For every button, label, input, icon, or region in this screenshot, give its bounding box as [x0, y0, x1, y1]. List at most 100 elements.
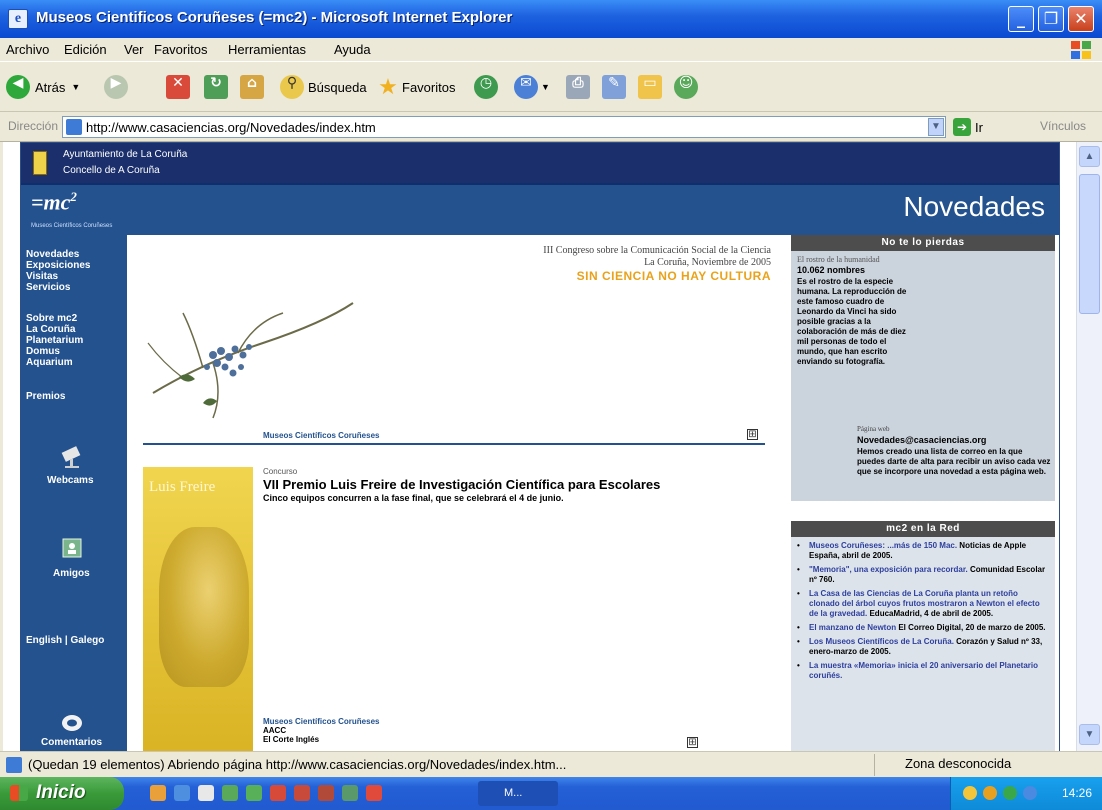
list-item: Los Museos Científicos de La Coruña. Cor… — [797, 637, 1049, 657]
quicklaunch-icon[interactable] — [342, 785, 358, 801]
city-header: Ayuntamiento de La Coruña Concello de A … — [21, 143, 1059, 183]
press-link[interactable]: La muestra «Memoria» inicia el 20 aniver… — [809, 661, 1038, 680]
left-navigation: Novedades Exposiciones Visitas Servicios… — [21, 235, 127, 751]
sponsor-2: AACC — [263, 726, 287, 735]
scroll-down-icon[interactable]: ▼ — [1079, 724, 1100, 745]
scroll-up-icon[interactable]: ▲ — [1079, 146, 1100, 167]
minimize-button[interactable]: _ — [1008, 6, 1034, 32]
press-link[interactable]: Los Museos Científicos de La Coruña. — [809, 637, 954, 646]
nav-la-coruna[interactable]: La Coruña — [26, 324, 75, 335]
star-icon: ★ — [378, 75, 398, 100]
press-link[interactable]: El manzano de Newton — [809, 623, 896, 632]
coat-of-arms-icon — [33, 151, 47, 175]
loading-page-icon — [6, 757, 22, 773]
menu-ayuda[interactable]: Ayuda — [334, 42, 371, 57]
favorites-button[interactable]: ★ Favoritos — [376, 74, 455, 100]
list-item: La muestra «Memoria» inicia el 20 aniver… — [797, 661, 1049, 681]
expand-icon[interactable]: ⊞ — [687, 737, 698, 748]
scroll-thumb[interactable] — [1079, 174, 1100, 314]
folder-button[interactable]: ▭ — [638, 74, 662, 100]
quicklaunch-icon[interactable] — [222, 785, 238, 801]
menu-edicion[interactable]: Edición — [64, 42, 107, 57]
nav-planetarium[interactable]: Planetarium — [26, 335, 83, 346]
tray-icon[interactable] — [983, 786, 997, 800]
back-arrow-icon: ◀ — [6, 75, 30, 99]
webcam-icon[interactable] — [59, 445, 85, 469]
nav-servicios[interactable]: Servicios — [26, 282, 70, 293]
press-link[interactable]: Museos Coruñeses: ...más de 150 Mac. — [809, 541, 957, 550]
nav-visitas[interactable]: Visitas — [26, 271, 58, 282]
nav-exposiciones[interactable]: Exposiciones — [26, 260, 90, 271]
friends-icon[interactable] — [59, 537, 85, 561]
congress-banner[interactable]: III Congreso sobre la Comunicación Socia… — [543, 245, 771, 283]
language-links[interactable]: English | Galego — [26, 635, 104, 646]
quicklaunch-icon[interactable] — [318, 785, 334, 801]
start-label: Inicio — [36, 782, 86, 803]
nav-domus[interactable]: Domus — [26, 346, 60, 357]
chevron-down-icon: ▼ — [71, 82, 81, 92]
mail-button[interactable]: ✉ ▼ — [514, 74, 550, 100]
folder-icon: ▭ — [638, 75, 662, 99]
edit-button[interactable]: ✎ — [602, 74, 626, 100]
address-dropdown[interactable]: ▼ — [928, 118, 944, 136]
quicklaunch-icon[interactable] — [246, 785, 262, 801]
title-bar[interactable]: e Museos Cientificos Coruñeses (=mc2) - … — [0, 0, 1102, 38]
print-button[interactable]: ⎙ — [566, 74, 590, 100]
nav-premios[interactable]: Premios — [26, 391, 65, 402]
quicklaunch-icon[interactable] — [294, 785, 310, 801]
press-source: EducaMadrid, 4 de abril de 2005. — [867, 609, 994, 618]
luis-freire-poster[interactable]: Luis Freire — [143, 467, 253, 751]
quicklaunch-icon[interactable] — [270, 785, 286, 801]
quicklaunch-icon[interactable] — [366, 785, 382, 801]
go-button[interactable]: ➔ Ir — [953, 118, 983, 136]
org-line-1[interactable]: Ayuntamiento de La Coruña — [63, 149, 187, 160]
nav-sobre-mc2[interactable]: Sobre mc2 — [26, 313, 77, 324]
nav-novedades[interactable]: Novedades — [26, 249, 79, 260]
highlight-number[interactable]: 10.062 nombres — [797, 265, 865, 275]
stop-button[interactable]: ✕ — [166, 74, 190, 100]
menu-ver[interactable]: Ver — [124, 42, 144, 57]
quicklaunch-icon[interactable] — [150, 785, 166, 801]
poster-title: Luis Freire — [149, 479, 216, 495]
search-button[interactable]: ⚲ Búsqueda — [280, 74, 367, 100]
search-label: Búsqueda — [308, 79, 367, 95]
forward-button[interactable]: ▶ — [104, 74, 128, 100]
menu-favoritos[interactable]: Favoritos — [154, 42, 207, 57]
status-text: (Quedan 19 elementos) Abriendo página ht… — [28, 757, 567, 772]
nav-webcams[interactable]: Webcams — [47, 475, 94, 486]
web-email-link[interactable]: Novedades@casaciencias.org — [857, 435, 986, 445]
address-input[interactable]: http://www.casaciencias.org/Novedades/in… — [62, 116, 946, 138]
org-line-2[interactable]: Concello de A Coruña — [63, 165, 160, 176]
expand-icon[interactable]: ⊞ — [747, 429, 758, 440]
press-link[interactable]: "Memoria", una exposición para recordar. — [809, 565, 968, 574]
mc2-logo[interactable]: =mc2 — [31, 189, 77, 215]
press-list: Museos Coruñeses: ...más de 150 Mac. Not… — [791, 537, 1055, 681]
vertical-scrollbar[interactable]: ▲ ▼ — [1076, 142, 1102, 751]
nav-comentarios[interactable]: Comentarios — [41, 737, 102, 748]
refresh-button[interactable]: ↻ — [204, 74, 228, 100]
status-bar: (Quedan 19 elementos) Abriendo página ht… — [0, 751, 1102, 777]
menu-herramientas[interactable]: Herramientas — [228, 42, 306, 57]
quicklaunch-icon[interactable] — [198, 785, 214, 801]
nav-amigos[interactable]: Amigos — [53, 568, 90, 579]
start-button[interactable]: Inicio — [0, 777, 124, 810]
links-button[interactable]: Vínculos — [1040, 119, 1086, 133]
tray-icon[interactable] — [963, 786, 977, 800]
quicklaunch-icon[interactable] — [174, 785, 190, 801]
taskbar-window-button[interactable]: M... — [478, 781, 558, 806]
maximize-button[interactable]: ❐ — [1038, 6, 1064, 32]
tray-icon[interactable] — [1023, 786, 1037, 800]
history-button[interactable]: ◷ — [474, 74, 498, 100]
tray-icon[interactable] — [1003, 786, 1017, 800]
messenger-button[interactable]: ☺ — [674, 74, 698, 100]
home-button[interactable]: ⌂ — [240, 74, 264, 100]
close-button[interactable]: ✕ — [1068, 6, 1094, 32]
page-icon — [66, 119, 82, 135]
back-button[interactable]: ◀ Atrás ▼ — [6, 74, 80, 100]
clock[interactable]: 14:26 — [1062, 786, 1092, 800]
menu-archivo[interactable]: Archivo — [6, 42, 49, 57]
ie-window: e Museos Cientificos Coruñeses (=mc2) - … — [0, 0, 1102, 810]
nav-aquarium[interactable]: Aquarium — [26, 357, 73, 368]
comments-icon[interactable] — [59, 711, 85, 735]
news-title[interactable]: VII Premio Luis Freire de Investigación … — [263, 477, 660, 492]
